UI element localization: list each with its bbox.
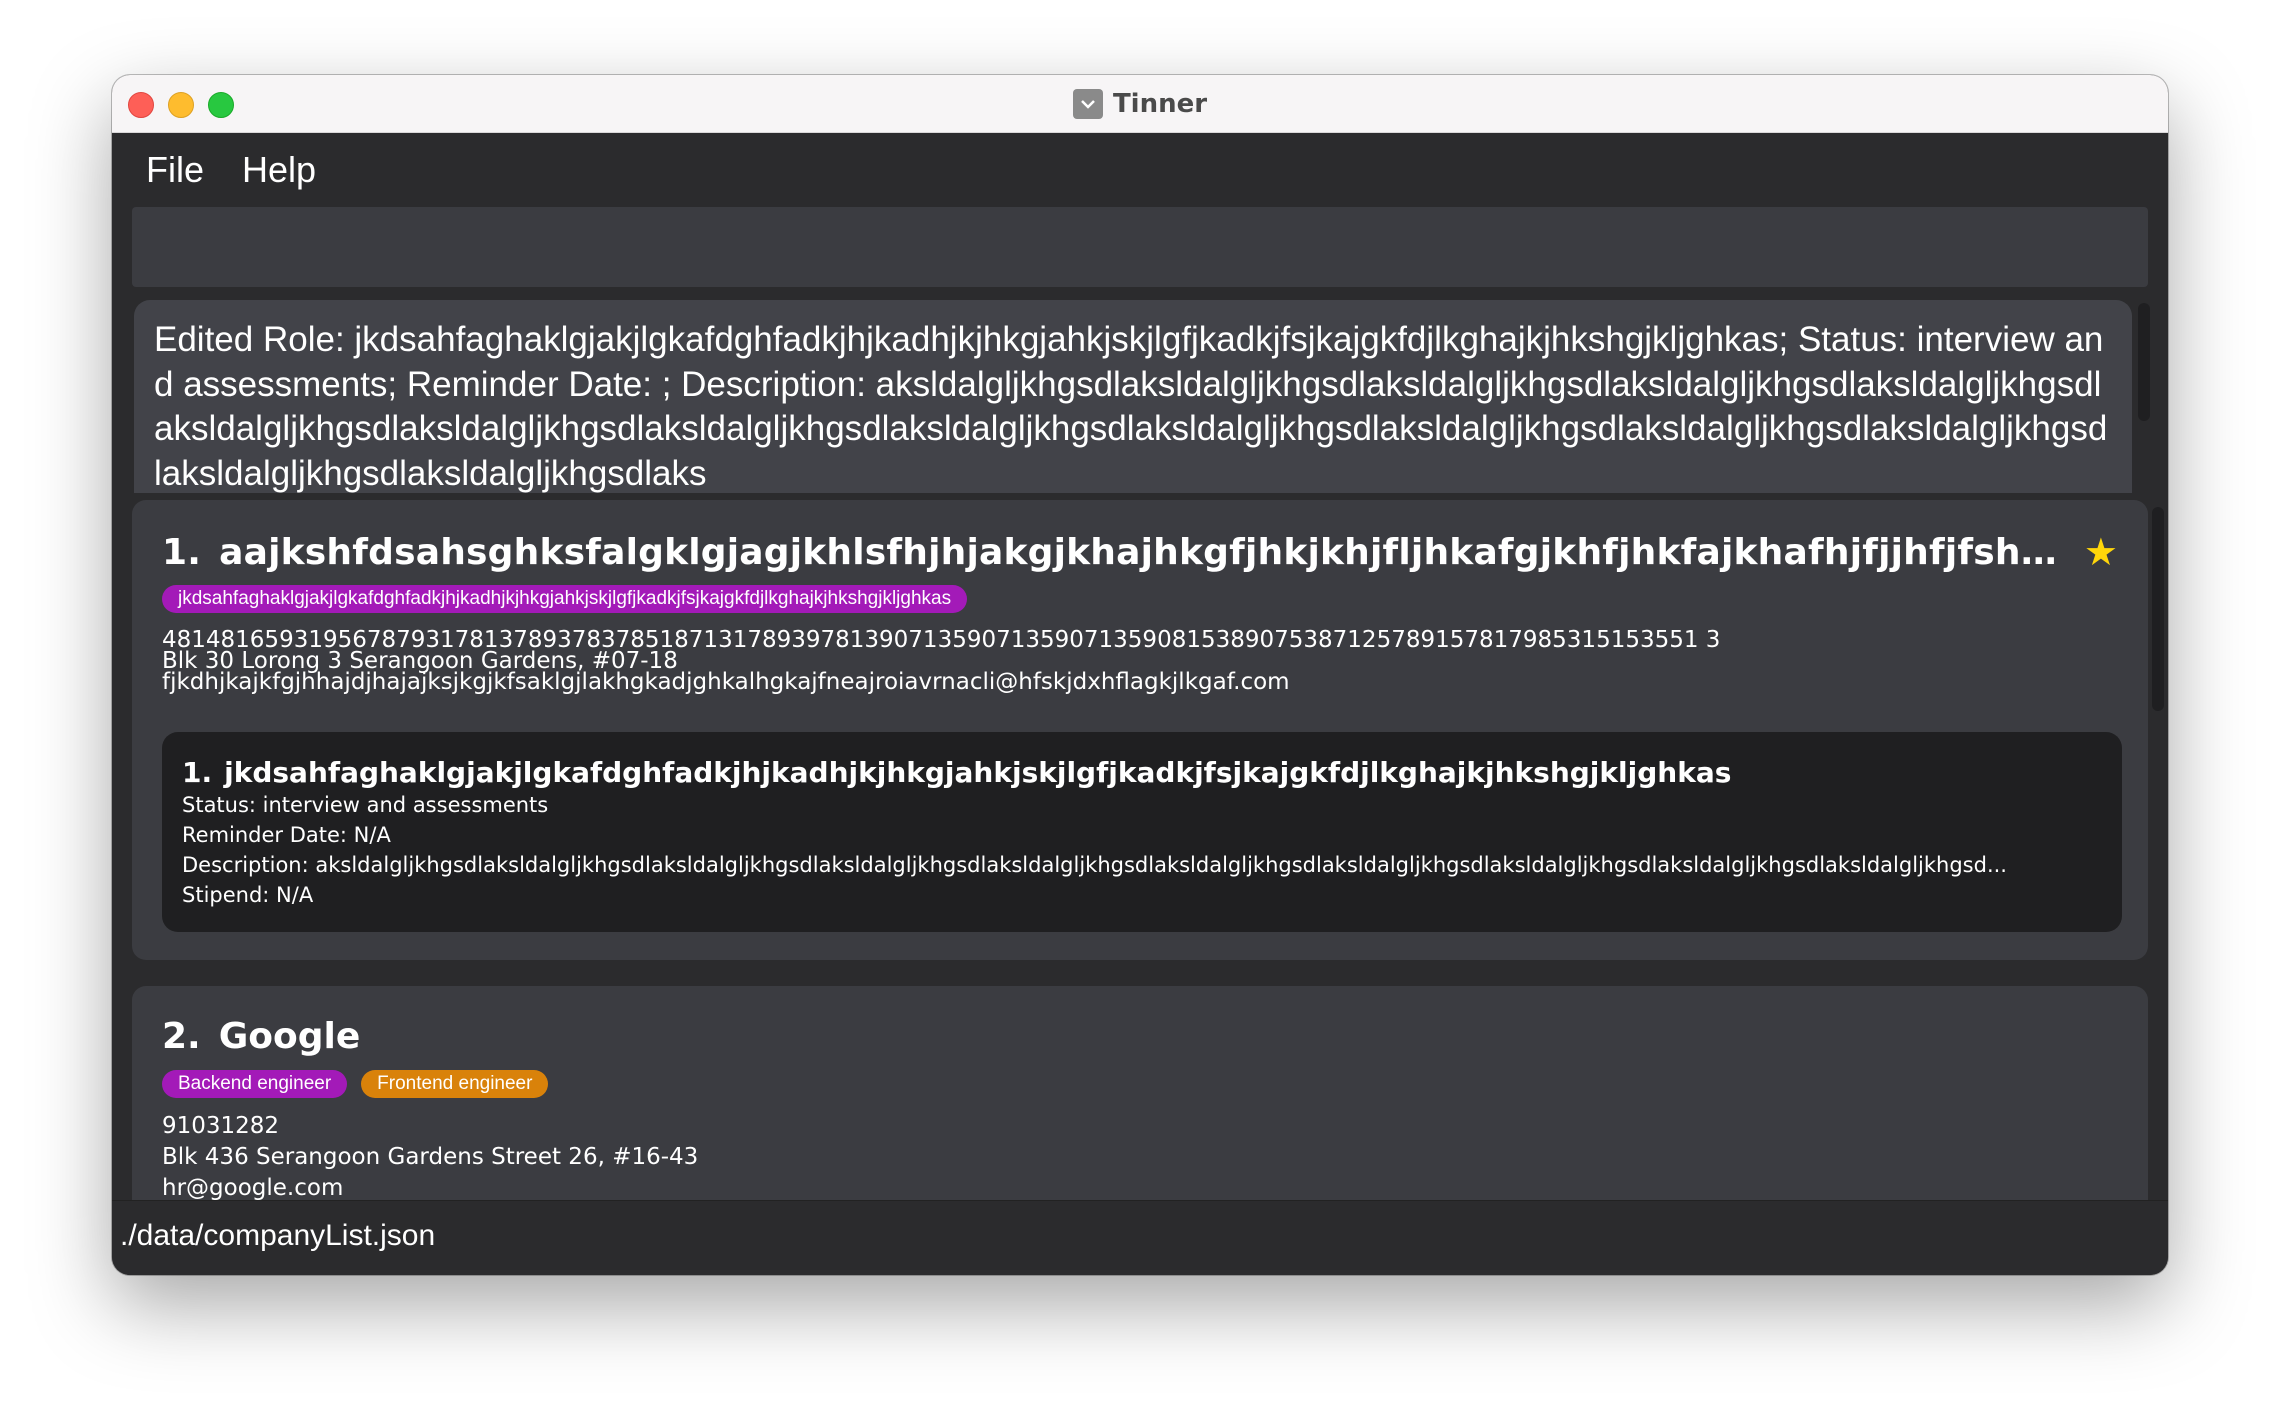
role-stipend: Stipend: N/A	[182, 883, 314, 907]
result-message: Edited Role: jkdsahfaghaklgjakjlgkafdghf…	[154, 320, 2108, 493]
command-input[interactable]	[132, 207, 2148, 287]
favourite-star-icon: ★	[2083, 530, 2118, 574]
menu-file[interactable]: File	[146, 149, 204, 191]
role-status: Status: interview and assessments	[182, 793, 549, 817]
company-name: 2. Google	[162, 1016, 361, 1057]
role-tag: Backend engineer	[162, 1070, 348, 1098]
status-bar: ./data/companyList.json	[112, 1200, 2168, 1275]
role-tags: jkdsahfaghaklgjakjlgkafdghfadkjhjkadhjkj…	[162, 585, 968, 613]
menu-bar: File Help	[112, 133, 2168, 207]
app-window: Tinner File Help Edited Role: jkdsahfagh…	[112, 75, 2168, 1275]
title-bar[interactable]: Tinner	[112, 75, 2168, 133]
company-address: Blk 436 Serangoon Gardens Street 26, #16…	[162, 1144, 699, 1170]
role-tags: Backend engineer Frontend engineer	[162, 1070, 549, 1098]
chevron-down-box-icon	[1072, 88, 1103, 119]
role-title: 1. jkdsahfaghaklgjakjlgkafdghfadkjhjkadhj…	[182, 756, 1732, 789]
result-display: Edited Role: jkdsahfaghaklgjakjlgkafdghf…	[134, 300, 2132, 493]
menu-help[interactable]: Help	[242, 149, 316, 191]
company-phone: 91031282	[162, 1113, 280, 1139]
company-email: hr@google.com	[162, 1175, 344, 1200]
role-tag: jkdsahfaghaklgjakjlgkafdghfadkjhjkadhjkj…	[162, 585, 968, 613]
company-list: 1. aajkshfdsahsghksfalgklgjagjkhlsfhjhjak…	[132, 500, 2162, 1200]
role-description: Description: aksldalgljkhgsdlaksldalgljk…	[182, 853, 2007, 877]
result-scrollbar[interactable]	[2138, 303, 2150, 421]
list-scrollbar[interactable]	[2152, 507, 2164, 711]
company-card[interactable]: 2. Google Backend engineer Frontend engin…	[132, 986, 2148, 1200]
window-title: Tinner	[1112, 88, 1208, 119]
company-email: fjkdhjkajkfgjhhajdjhajajksjkgjkfsaklgjla…	[162, 669, 1290, 695]
company-card[interactable]: 1. aajkshfdsahsghksfalgklgjagjkhlsfhjhjak…	[132, 500, 2148, 960]
role-reminder-date: Reminder Date: N/A	[182, 823, 391, 847]
company-name: 1. aajkshfdsahsghksfalgklgjagjkhlsfhjhjak…	[162, 532, 2062, 573]
role-card[interactable]: 1. jkdsahfaghaklgjakjlgkafdghfadkjhjkadhj…	[162, 732, 2122, 932]
role-tag: Frontend engineer	[361, 1070, 549, 1098]
data-file-path: ./data/companyList.json	[120, 1219, 436, 1252]
